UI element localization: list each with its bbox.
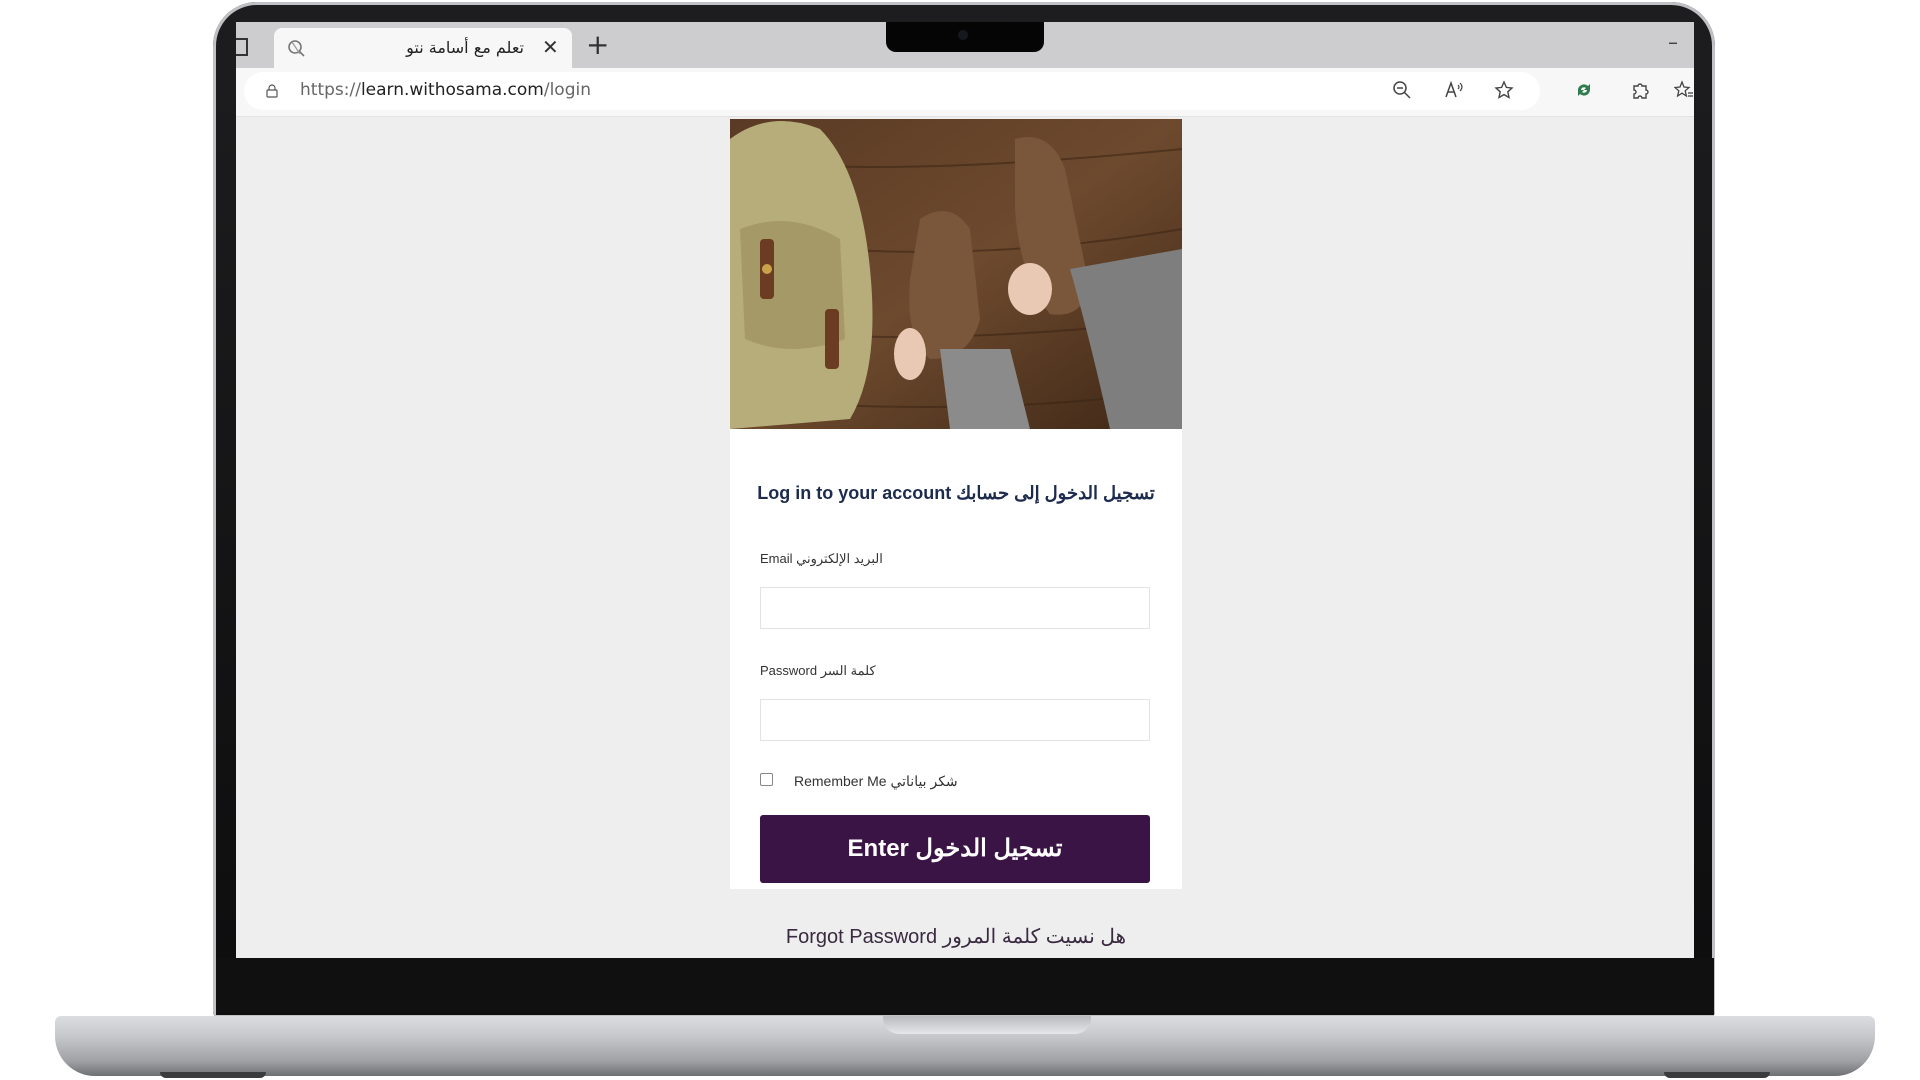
url-scheme: https:// xyxy=(300,80,361,100)
remember-me-checkbox[interactable] xyxy=(760,773,773,786)
address-bar: https://learn.withosama.com/login xyxy=(236,68,1694,117)
laptop-bezel-bottom xyxy=(216,958,1714,1015)
url-field[interactable]: https://learn.withosama.com/login xyxy=(244,72,1540,110)
zoom-out-icon[interactable] xyxy=(1392,80,1412,100)
hero-image xyxy=(730,119,1182,429)
password-label: Password كلمة السر xyxy=(760,663,876,678)
favorites-icon[interactable] xyxy=(1674,80,1694,100)
login-heading: Log in to your account تسجيل الدخول إلى … xyxy=(757,483,1155,503)
password-field[interactable] xyxy=(760,699,1150,741)
read-aloud-icon[interactable] xyxy=(1444,80,1464,100)
extensions-puzzle-icon[interactable] xyxy=(1630,80,1650,100)
browser-window: تعلم مع أسامة نتو ✕ + – https://learn.wi… xyxy=(236,22,1694,958)
laptop-base xyxy=(55,1016,1875,1076)
favicon xyxy=(288,40,305,57)
laptop-foot-right xyxy=(1664,1072,1770,1078)
email-label: Email البريد الإلكتروني xyxy=(760,551,883,566)
url-path: /login xyxy=(543,80,591,100)
favorite-star-icon[interactable] xyxy=(1494,80,1514,100)
email-field[interactable] xyxy=(760,587,1150,629)
login-card: Log in to your account تسجيل الدخول إلى … xyxy=(730,119,1182,889)
tab-actions-icon[interactable] xyxy=(236,38,248,56)
close-icon[interactable]: ✕ xyxy=(542,35,559,59)
base-notch xyxy=(883,1016,1091,1034)
laptop-foot-left xyxy=(160,1072,266,1078)
browser-tab[interactable]: تعلم مع أسامة نتو ✕ xyxy=(274,28,572,68)
lock-icon[interactable] xyxy=(266,84,278,98)
url-host: learn.withosama.com xyxy=(360,80,544,100)
new-tab-icon[interactable]: + xyxy=(586,28,609,61)
camera-icon xyxy=(958,30,968,40)
url-text: https://learn.withosama.com/login xyxy=(300,80,591,100)
forgot-password-link[interactable]: Forgot Password هل نسيت كلمة المرور xyxy=(730,924,1182,949)
minimize-icon[interactable]: – xyxy=(1668,30,1678,54)
extension-badge-icon[interactable] xyxy=(1574,80,1594,100)
enter-button[interactable]: Enter تسجيل الدخول xyxy=(760,815,1150,883)
tab-title: تعلم مع أسامة نتو xyxy=(406,38,524,57)
remember-me-label[interactable]: Remember Me شكر بياناتي xyxy=(794,773,958,790)
